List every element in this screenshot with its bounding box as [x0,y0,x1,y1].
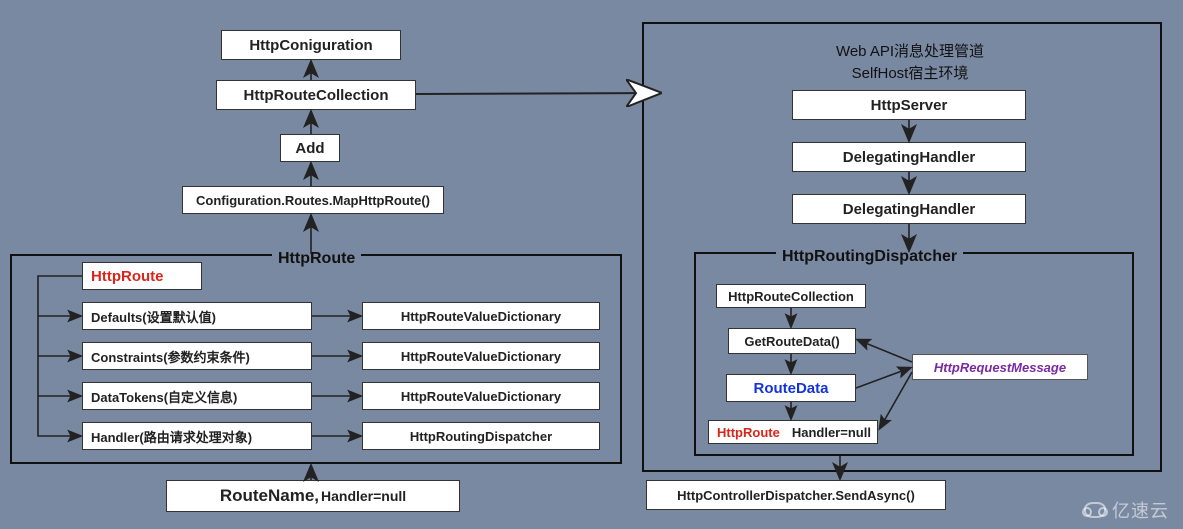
text: Constraints(参数约束条件) [91,347,250,366]
box-maphttproute: Configuration.Routes.MapHttpRoute() [182,186,444,214]
text: DelegatingHandler [843,201,976,218]
box-delegatinghandler-2: DelegatingHandler [792,194,1026,224]
text: Add [295,140,324,157]
text: Web API消息处理管道 [836,43,984,60]
watermark-text: 亿速云 [1112,497,1169,523]
box-inner-httproute-handler: HttpRoute Handler=null [708,420,878,444]
text: HttpRoute [91,268,163,285]
text: HttpRouteValueDictionary [401,309,561,324]
text: HttpRoutingDispatcher [782,248,957,265]
box-httproute-name: HttpRoute [82,262,202,290]
box-handler: Handler(路由请求处理对象) [82,422,312,450]
text: Configuration.Routes.MapHttpRoute() [196,193,430,208]
box-datatokens-target: HttpRouteValueDictionary [362,382,600,410]
frame-routingdispatcher-title: HttpRoutingDispatcher [776,248,963,266]
frame-httproute-title: HttpRoute [272,250,361,268]
box-inner-getroutedata: GetRouteData() [728,328,856,354]
box-constraints: Constraints(参数约束条件) [82,342,312,370]
text: HttpConiguration [249,37,372,54]
box-delegatinghandler-1: DelegatingHandler [792,142,1026,172]
box-inner-routedata: RouteData [726,374,856,402]
text: Defaults(设置默认值) [91,307,216,326]
watermark-icon [1084,502,1106,518]
text-httproute: HttpRoute [717,425,780,440]
box-add: Add [280,134,340,162]
box-routename: RouteName, Handler=null [166,480,460,512]
box-handler-target: HttpRoutingDispatcher [362,422,600,450]
box-httpserver: HttpServer [792,90,1026,120]
label-pipeline-title2: SelfHost宿主环境 [780,62,1040,83]
text: DataTokens(自定义信息) [91,387,237,406]
text: HttpServer [871,97,948,114]
box-datatokens: DataTokens(自定义信息) [82,382,312,410]
box-httprequestmessage: HttpRequestMessage [912,354,1088,380]
text: HttpRequestMessage [934,360,1066,375]
text-handler-null: Handler=null [792,425,871,440]
box-sendasync: HttpControllerDispatcher.SendAsync() [646,480,946,510]
box-httproutecollection: HttpRouteCollection [216,80,416,110]
box-constraints-target: HttpRouteValueDictionary [362,342,600,370]
watermark: 亿速云 [1084,497,1169,523]
text-handler-null: Handler=null [321,488,406,504]
text-routename: RouteName, [220,486,319,506]
text: HttpRoutingDispatcher [410,429,552,444]
box-defaults: Defaults(设置默认值) [82,302,312,330]
box-inner-httproutecollection: HttpRouteCollection [716,284,866,308]
text: HttpRouteValueDictionary [401,389,561,404]
text: HttpRouteCollection [728,289,854,304]
text: HttpRoute [278,250,355,267]
text: Handler(路由请求处理对象) [91,427,252,446]
box-defaults-target: HttpRouteValueDictionary [362,302,600,330]
box-httpconfiguration: HttpConiguration [221,30,401,60]
label-pipeline-title1: Web API消息处理管道 [780,40,1040,61]
text: HttpControllerDispatcher.SendAsync() [677,488,915,503]
text: HttpRouteCollection [244,87,389,104]
text: GetRouteData() [744,334,839,349]
text: RouteData [753,380,828,397]
text: HttpRouteValueDictionary [401,349,561,364]
text: SelfHost宿主环境 [852,65,969,82]
text: DelegatingHandler [843,149,976,166]
